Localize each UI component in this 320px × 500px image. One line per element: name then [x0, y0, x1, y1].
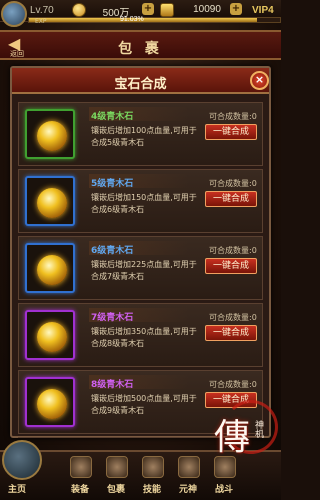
- synth-count-value: 0: [251, 112, 257, 121]
- gem-row: 6级青木石镶嵌后增加225点血量,可用于合成7级青木石 可合成数量:0 一键合成: [18, 236, 263, 300]
- nav-icon: [70, 456, 92, 478]
- exp-percent: 91.03%: [120, 16, 144, 23]
- synthesize-button[interactable]: 一键合成: [205, 258, 257, 274]
- gold-coin-icon: [72, 3, 86, 17]
- nav-label: 战斗: [214, 485, 233, 495]
- synthesize-button[interactable]: 一键合成: [205, 325, 257, 341]
- gem-slot: [25, 243, 75, 293]
- add-gold-button[interactable]: +: [142, 3, 154, 15]
- gem-name: 5级青木石: [91, 179, 134, 189]
- nav-icon: [142, 456, 164, 478]
- synth-count-value: 0: [251, 246, 257, 255]
- nav-item-1[interactable]: 装备: [62, 456, 98, 500]
- gem-slot: [25, 377, 75, 427]
- nav-label: 技能: [142, 485, 161, 495]
- synth-count: 可合成数量:0: [209, 178, 257, 189]
- exp-label: EXP: [35, 18, 47, 25]
- home-label: 主页: [8, 485, 27, 495]
- synth-count: 可合成数量:0: [209, 245, 257, 256]
- synth-count-label: 可合成数量:: [209, 112, 252, 121]
- home-icon: [2, 440, 42, 480]
- synth-count: 可合成数量:0: [209, 379, 257, 390]
- exp-bar: [28, 17, 281, 23]
- synth-count-label: 可合成数量:: [209, 380, 252, 389]
- synth-count-label: 可合成数量:: [209, 179, 252, 188]
- gem-description: 镶嵌后增加150点血量,可用于合成6级青木石: [91, 193, 197, 214]
- nav-label: 包裹: [106, 485, 125, 495]
- gem-row: 5级青木石镶嵌后增加150点血量,可用于合成6级青木石 可合成数量:0 一键合成: [18, 169, 263, 233]
- gem-name: 4级青木石: [91, 112, 134, 122]
- gem-row: 4级青木石镶嵌后增加100点血量,可用于合成5级青木石 可合成数量:0 一键合成: [18, 102, 263, 166]
- gem-icon: [37, 188, 67, 218]
- gem-name: 8级青木石: [91, 380, 134, 390]
- gem-synthesis-dialog: 宝石合成 × 4级青木石 镶嵌后增加100点血量,可用于合成5级青木石 可合成数量:…: [10, 66, 271, 438]
- gem-icon: [37, 255, 67, 285]
- synth-count: 可合成数量:0: [209, 312, 257, 323]
- synthesize-button[interactable]: 一键合成: [205, 124, 257, 140]
- nav-icon: [178, 456, 200, 478]
- nav-label: 装备: [70, 485, 89, 495]
- nav-icon: [106, 456, 128, 478]
- nav-item-3[interactable]: 技能: [134, 456, 170, 500]
- gem-icon: [37, 322, 67, 352]
- gem-description: 镶嵌后增加350点血量,可用于合成8级青木石: [91, 327, 197, 348]
- game-screen: Lv.70 500万 + 10090 + VIP4 EXP 91.03% ◀ 返…: [0, 0, 281, 500]
- gem-description: 镶嵌后增加225点血量,可用于合成7级青木石: [91, 260, 197, 281]
- synth-count-value: 0: [251, 380, 257, 389]
- gem-list[interactable]: 4级青木石 镶嵌后增加100点血量,可用于合成5级青木石 可合成数量:0 一键合成 5级…: [18, 102, 263, 438]
- gem-slot: [25, 176, 75, 226]
- synth-count: 可合成数量:0: [209, 111, 257, 122]
- vip-badge[interactable]: VIP4: [252, 5, 274, 16]
- nav-item-2[interactable]: 包裹: [98, 456, 134, 500]
- gem-icon: [37, 121, 67, 151]
- synth-count-value: 0: [251, 313, 257, 322]
- gem-slot: [25, 109, 75, 159]
- dialog-title-bar: 宝石合成 ×: [12, 68, 269, 94]
- page-header: ◀ 返回 包 裹: [0, 30, 281, 60]
- game-logo: 傳 神机: [214, 400, 280, 480]
- synth-count-label: 可合成数量:: [209, 313, 252, 322]
- player-level: Lv.70: [30, 5, 54, 16]
- gem-icon: [37, 389, 67, 419]
- gem-description: 镶嵌后增加500点血量,可用于合成9级青木石: [91, 394, 197, 415]
- synth-count-label: 可合成数量:: [209, 246, 252, 255]
- nav-item-4[interactable]: 元神: [170, 456, 206, 500]
- close-button[interactable]: ×: [250, 71, 269, 90]
- synth-count-value: 0: [251, 179, 257, 188]
- ingot-amount: 10090: [193, 4, 221, 15]
- gem-row: 7级青木石镶嵌后增加350点血量,可用于合成8级青木石 可合成数量:0 一键合成: [18, 303, 263, 367]
- page-title: 包 裹: [118, 41, 163, 57]
- gem-name: 6级青木石: [91, 246, 134, 256]
- dialog-title: 宝石合成: [114, 77, 167, 92]
- home-button[interactable]: 主页: [0, 440, 46, 498]
- nav-label: 元神: [178, 485, 197, 495]
- ingot-icon: [160, 3, 174, 17]
- player-avatar[interactable]: [1, 1, 27, 27]
- gem-slot: [25, 310, 75, 360]
- gem-name: 7级青木石: [91, 313, 134, 323]
- logo-big-char: 傳: [214, 417, 251, 458]
- logo-small-text: 神机: [253, 420, 263, 438]
- add-ingot-button[interactable]: +: [230, 3, 242, 15]
- gem-description: 镶嵌后增加100点血量,可用于合成5级青木石: [91, 126, 197, 147]
- synthesize-button[interactable]: 一键合成: [205, 191, 257, 207]
